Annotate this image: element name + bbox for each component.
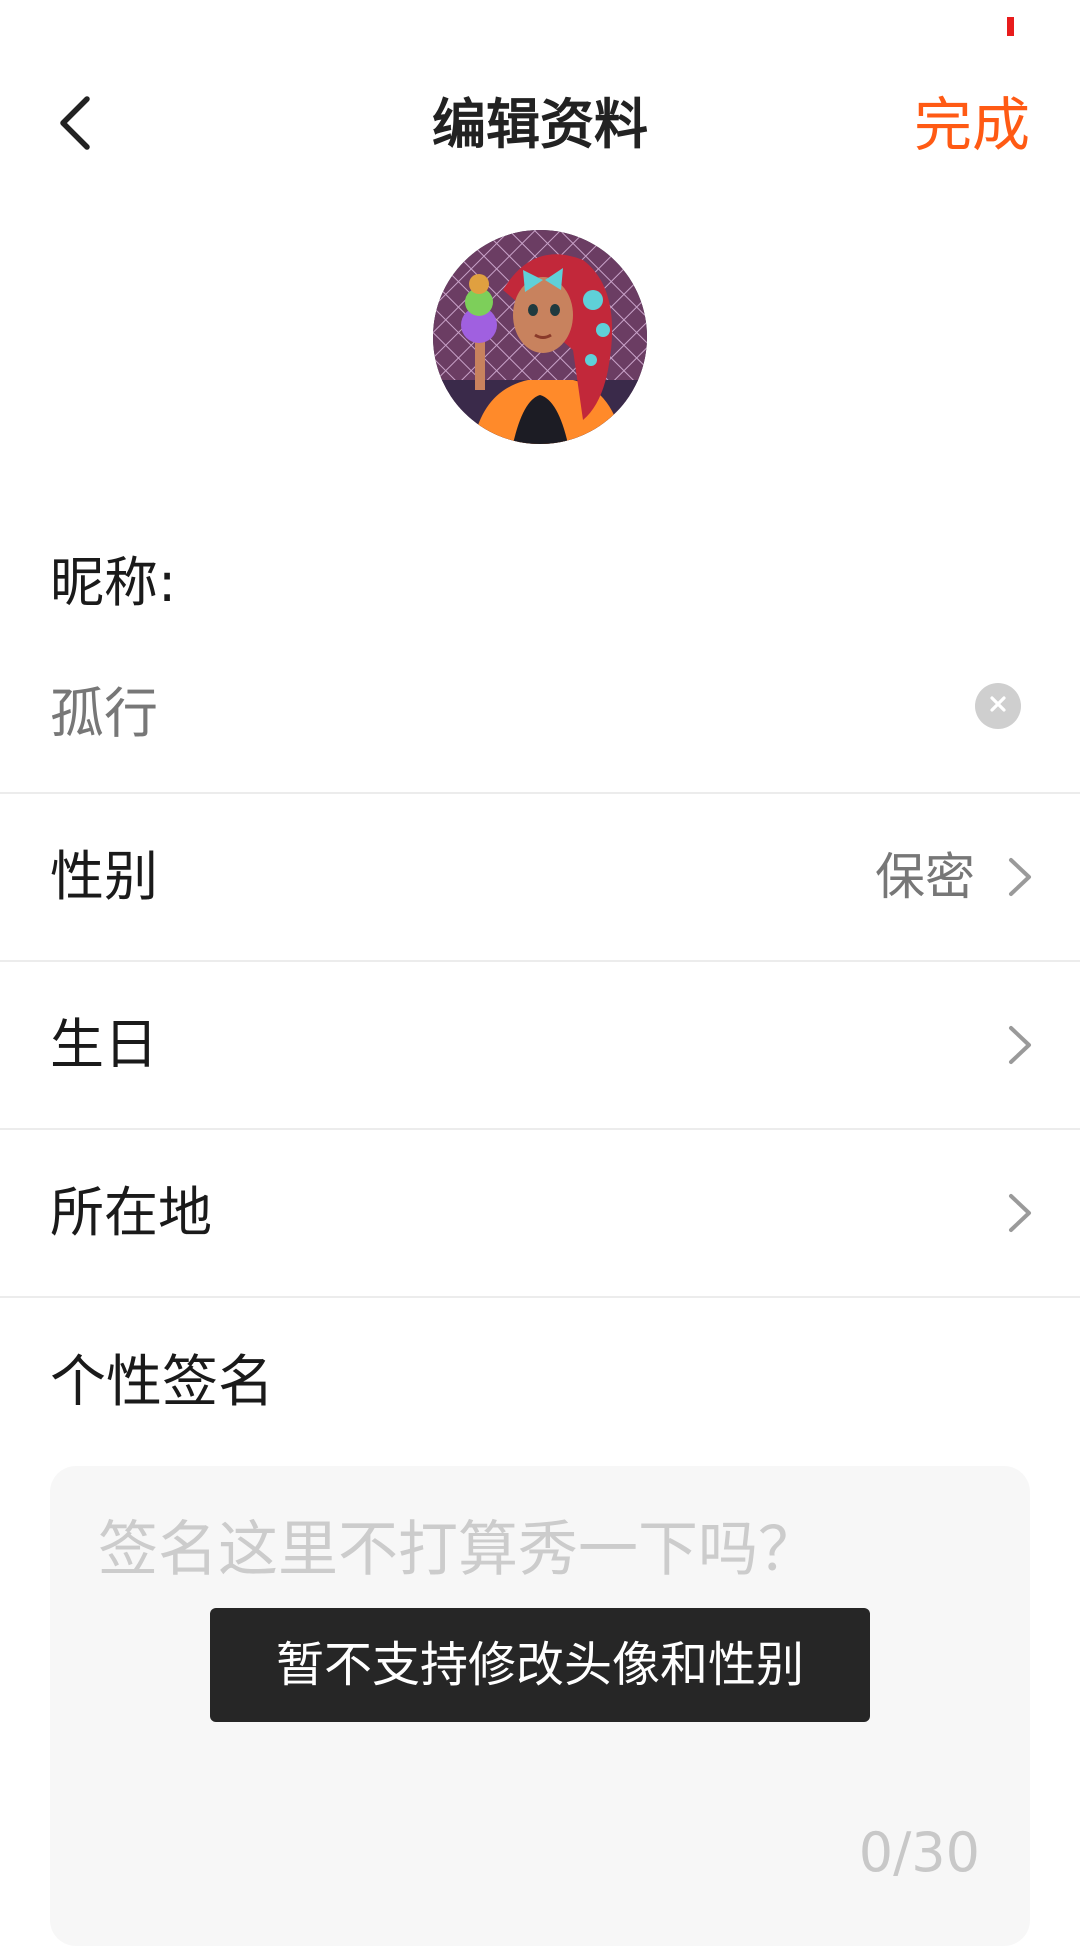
avatar-image	[433, 230, 647, 444]
nickname-label: 昵称:	[50, 551, 177, 614]
divider	[0, 1296, 1080, 1298]
location-label: 所在地	[50, 1181, 212, 1244]
birthday-label: 生日	[50, 1013, 158, 1076]
status-indicator	[1007, 17, 1014, 36]
gender-label: 性别	[50, 845, 158, 908]
chevron-right-icon	[1005, 852, 1035, 902]
nickname-input[interactable]	[50, 672, 950, 744]
toast-message: 暂不支持修改头像和性别	[210, 1608, 870, 1722]
header-bar: 编辑资料 完成	[0, 70, 1080, 182]
gender-row[interactable]: 性别 保密	[0, 794, 1080, 960]
signature-char-count: 0/30	[858, 1821, 980, 1884]
signature-label: 个性签名	[50, 1350, 274, 1415]
clear-nickname-button[interactable]	[975, 683, 1021, 729]
location-row[interactable]: 所在地	[0, 1130, 1080, 1296]
close-circle-icon	[988, 694, 1008, 718]
birthday-row[interactable]: 生日	[0, 962, 1080, 1128]
chevron-right-icon	[1005, 1020, 1035, 1070]
gender-value: 保密	[875, 848, 975, 906]
done-button[interactable]: 完成	[914, 92, 1030, 158]
avatar[interactable]	[433, 230, 647, 444]
chevron-right-icon	[1005, 1188, 1035, 1238]
